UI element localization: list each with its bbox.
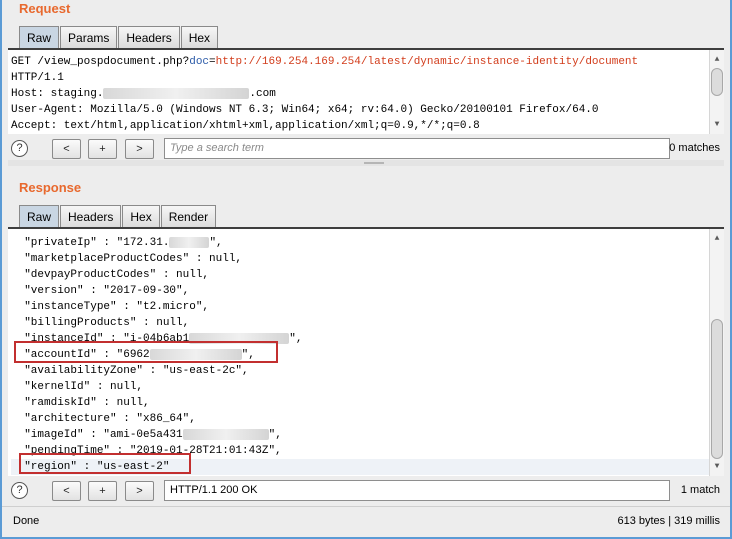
response-line: "version" : "2017-09-30", [11,285,190,297]
response-tabs: Raw Headers Hex Render [19,205,217,227]
request-add-button[interactable]: + [88,139,117,159]
request-match-count: 0 matches [669,142,720,154]
response-line: "pendingTime" : "2019-01-28T21:01:43Z", [11,445,282,457]
request-tab-hex[interactable]: Hex [180,26,219,48]
request-line-user-agent: User-Agent: Mozilla/5.0 (Windows NT 6.3;… [11,104,599,116]
response-next-button[interactable]: > [125,481,154,501]
response-prev-button[interactable]: < [52,481,81,501]
request-tab-raw[interactable]: Raw [19,26,60,48]
scroll-down-arrow-icon[interactable]: ▼ [710,118,724,132]
response-add-button[interactable]: + [88,481,117,501]
response-scroll-thumb[interactable] [711,319,723,459]
scroll-up-arrow-icon[interactable]: ▲ [710,53,724,67]
request-line-host: Host: staging. .com [11,87,276,100]
pane-splitter[interactable] [8,160,724,166]
response-scrollbar[interactable]: ▲ ▼ [709,229,724,476]
response-line-image-id: "imageId" : "ami-0e5a431 ", [11,428,282,441]
redacted-instance-id [189,332,290,344]
request-line-accept: Accept: text/html,application/xhtml+xml,… [11,120,480,132]
request-scrollbar[interactable]: ▲ ▼ [709,50,724,134]
request-title: Request [19,1,71,16]
response-line: "availabilityZone" : "us-east-2c", [11,365,249,377]
status-bar: Done 613 bytes | 319 millis [2,506,730,536]
response-line-private-ip: "privateIp" : "172.31. ", [11,236,223,249]
request-search-input[interactable]: Type a search term [164,138,670,159]
request-search-bar: ? < + > Type a search term 0 matches [8,137,724,161]
request-line-2: HTTP/1.1 [11,72,64,84]
help-icon[interactable]: ? [11,140,28,157]
request-prev-button[interactable]: < [52,139,81,159]
response-tab-hex[interactable]: Hex [122,205,160,227]
response-line: "instanceType" : "t2.micro", [11,301,210,313]
response-tab-raw[interactable]: Raw [19,205,60,227]
response-tab-render[interactable]: Render [160,205,217,227]
response-line-region: "region" : "us-east-2" [11,459,724,475]
response-match-count: 1 match [680,484,720,496]
splitter-grip-icon[interactable] [364,162,384,164]
response-line: "devpayProductCodes" : null, [11,269,210,281]
response-search-input[interactable]: HTTP/1.1 200 OK [164,480,670,501]
redacted-account-id [149,348,242,360]
response-search-bar: ? < + > HTTP/1.1 200 OK 1 match [8,479,724,503]
response-line: "ramdiskId" : null, [11,397,150,409]
response-line: "marketplaceProductCodes" : null, [11,253,243,265]
response-editor[interactable]: "privateIp" : "172.31. ", "marketplacePro… [8,227,724,476]
response-line: "billingProducts" : null, [11,317,190,329]
response-line: "architecture" : "x86_64", [11,413,196,425]
request-tab-headers[interactable]: Headers [118,26,180,48]
help-icon[interactable]: ? [11,482,28,499]
request-editor[interactable]: GET /view_pospdocument.php?doc=http://16… [8,48,724,134]
request-line-1: GET /view_pospdocument.php?doc=http://16… [11,56,639,68]
response-line-instance-id: "instanceId" : "i-04b6ab1 ", [11,332,303,345]
response-line: "kernelId" : null, [11,381,144,393]
redacted-host [103,87,250,99]
status-text: Done [13,515,40,527]
redacted-image-id [182,428,269,440]
scroll-down-arrow-icon[interactable]: ▼ [710,460,724,474]
request-tabs: Raw Params Headers Hex [19,26,219,48]
request-scroll-thumb[interactable] [711,68,723,96]
response-tab-headers[interactable]: Headers [60,205,122,227]
response-stats: 613 bytes | 319 millis [617,515,720,527]
scroll-up-arrow-icon[interactable]: ▲ [710,232,724,246]
response-line-account-id: "accountId" : "6962 ", [11,348,255,361]
request-tab-params[interactable]: Params [60,26,118,48]
request-next-button[interactable]: > [125,139,154,159]
response-title: Response [19,180,82,195]
redacted-ip [169,236,210,248]
